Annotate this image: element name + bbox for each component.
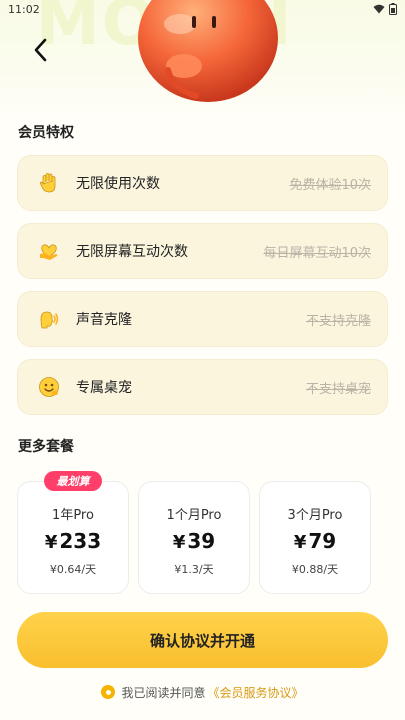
battery-icon [389,3,397,15]
perks-section-title: 会员特权 [18,125,74,141]
confirm-subscribe-button[interactable]: 确认协议并开通 [17,612,388,668]
perk-free-note: 每日屏幕互动10次 [263,245,371,261]
currency-symbol: ¥ [44,532,58,553]
voice-icon [40,311,59,329]
plan-daily-price: ¥0.88/天 [291,563,339,576]
agreement-checkbox[interactable] [101,685,116,699]
plan-price: ¥79 [294,529,336,553]
agreement-row: 我已阅读并同意 《会员服务协议》 [0,683,405,701]
plan-card-1-year[interactable]: 1年Pro ¥233 ¥0.64/天 [17,481,129,594]
plan-price: ¥39 [173,529,215,553]
chevron-left-icon [34,38,47,62]
perk-free-note: 免费体验10次 [289,177,371,193]
pet-icon [39,377,59,397]
plan-price-value: 39 [187,529,216,553]
perk-card-desktop-pet: 专属桌宠 不支持桌宠 [17,359,388,415]
plan-price: ¥233 [45,529,101,553]
plan-price-value: 233 [59,529,102,553]
wifi-icon [373,4,385,14]
plan-price-value: 79 [308,529,337,553]
perk-name: 无限使用次数 [76,176,160,192]
perk-name: 专属桌宠 [76,380,132,396]
plan-card-1-month[interactable]: 1个月Pro ¥39 ¥1.3/天 [138,481,250,594]
plan-name: 1个月Pro [166,508,222,523]
perk-card-screen-interaction: 无限屏幕互动次数 每日屏幕互动10次 [17,223,388,279]
perk-card-voice-clone: 声音克隆 不支持克隆 [17,291,388,347]
status-icons [373,3,397,15]
mascot-image [138,0,278,102]
perk-card-unlimited-use: 无限使用次数 免费体验10次 [17,155,388,211]
service-agreement-link[interactable]: 《会员服务协议》 [208,684,304,701]
perk-name: 声音克隆 [76,312,132,328]
agreement-text: 我已阅读并同意 [121,685,206,700]
heart-hand-icon [40,244,58,260]
plan-daily-price: ¥0.64/天 [49,563,97,576]
currency-symbol: ¥ [172,532,186,553]
plan-name: 1年Pro [52,508,94,523]
status-time: 11:02 [8,2,40,16]
back-button[interactable] [28,36,52,64]
perk-name: 无限屏幕互动次数 [76,244,188,260]
currency-symbol: ¥ [293,532,307,553]
plan-card-3-months[interactable]: 3个月Pro ¥79 ¥0.88/天 [259,481,371,594]
checked-dot-icon [105,689,111,695]
plan-name: 3个月Pro [287,508,343,523]
perk-free-note: 不支持桌宠 [305,381,371,397]
plans-section-title: 更多套餐 [18,439,74,455]
plan-daily-price: ¥1.3/天 [174,563,214,576]
best-value-badge: 最划算 [44,471,102,491]
wave-hand-icon [39,173,56,193]
perk-free-note: 不支持克隆 [305,313,371,329]
